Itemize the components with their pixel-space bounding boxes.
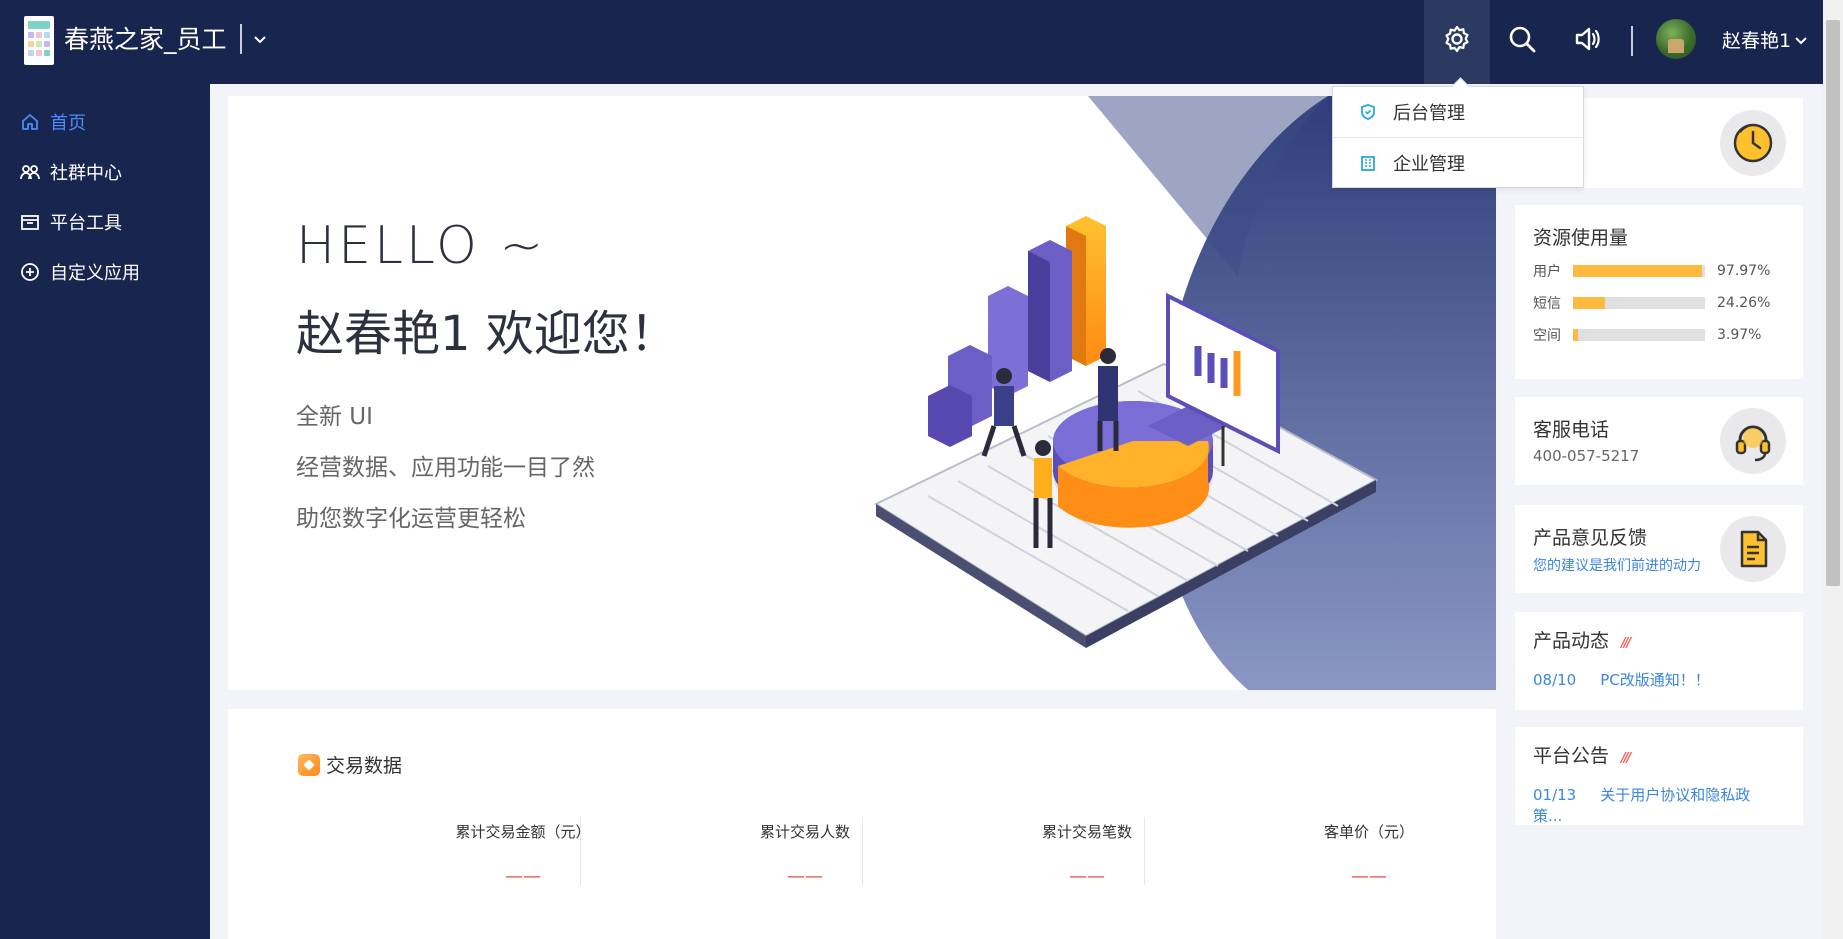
welcome-banner: HELLO ~ 赵春艳1 欢迎您！ 全新 UI 经营数据、应用功能一目了然 助您…	[228, 96, 1496, 690]
stat-label: 客单价（元）	[1323, 823, 1414, 841]
sidebar-item-label: 自定义应用	[50, 263, 140, 284]
stat-label: 累计交易金额（元）	[455, 823, 591, 841]
chevron-down-icon[interactable]	[251, 30, 269, 48]
title-divider	[240, 24, 242, 54]
resource-bar	[1573, 329, 1705, 341]
announcements-card: 平台公告 /// 01/13 关于用户协议和隐私政策...	[1515, 727, 1803, 825]
sidebar-item-custom-apps[interactable]: 自定义应用	[20, 257, 140, 287]
menu-item-label: 企业管理	[1393, 154, 1465, 175]
stat-divider	[862, 817, 863, 885]
chevron-down-icon[interactable]	[1793, 32, 1809, 48]
app-logo-icon[interactable]	[24, 16, 54, 65]
avatar[interactable]	[1656, 19, 1696, 59]
community-icon	[20, 165, 40, 180]
app-title[interactable]: 春燕之家_员工	[64, 22, 227, 58]
user-name[interactable]: 赵春艳1	[1722, 26, 1791, 56]
cube-icon	[298, 753, 320, 776]
sidebar-item-label: 社群中心	[50, 163, 122, 184]
resource-bar-fill	[1573, 297, 1606, 309]
speaker-icon[interactable]	[1570, 22, 1604, 56]
feedback-subtitle[interactable]: 您的建议是我们前进的动力	[1533, 555, 1701, 575]
sidebar-item-tools[interactable]: 平台工具	[20, 207, 122, 237]
clock-icon	[1720, 110, 1786, 176]
resource-row-space: 空间 3.97%	[1533, 325, 1777, 345]
search-icon[interactable]	[1505, 22, 1539, 56]
sidebar-item-label: 首页	[50, 113, 86, 134]
resource-percent: 24.26%	[1717, 295, 1771, 311]
menu-item-backend-admin[interactable]: 后台管理	[1333, 87, 1583, 137]
resource-row-sms: 短信 24.26%	[1533, 293, 1777, 313]
resource-row-users: 用户 97.97%	[1533, 261, 1777, 281]
resource-usage-card: 资源使用量 用户 97.97% 短信 24.26% 空间 3.97%	[1515, 205, 1803, 379]
hero-text-1: 全新 UI	[296, 404, 373, 430]
stat-value: ——	[1351, 866, 1387, 887]
toolbar-divider	[1631, 26, 1633, 56]
hero-text-2: 经营数据、应用功能一目了然	[296, 455, 595, 481]
announcements-title: 平台公告 ///	[1533, 741, 1631, 768]
hello-heading: HELLO ~	[296, 216, 547, 276]
announcement-item[interactable]: 01/13 关于用户协议和隐私政策...	[1533, 784, 1803, 826]
toolbox-icon	[21, 215, 39, 230]
plus-circle-icon	[21, 263, 39, 281]
news-date: 08/10	[1533, 671, 1577, 689]
resource-bar	[1573, 297, 1705, 309]
feedback-title: 产品意见反馈	[1533, 527, 1648, 549]
building-icon	[1361, 156, 1375, 171]
stat-value: ——	[1069, 866, 1105, 887]
trade-data-title: 交易数据	[298, 751, 402, 778]
sidebar-item-label: 平台工具	[50, 213, 122, 234]
settings-dropdown: 后台管理 企业管理	[1332, 86, 1584, 188]
stat-label: 累计交易人数	[759, 823, 850, 841]
gear-icon[interactable]	[1440, 22, 1474, 56]
hot-marks: ///	[1621, 751, 1631, 766]
resource-bar-fill	[1573, 329, 1579, 341]
hot-marks: ///	[1621, 636, 1631, 651]
resource-label: 空间	[1533, 328, 1561, 344]
shield-icon	[1361, 104, 1375, 120]
news-text: PC改版通知！！	[1600, 671, 1710, 689]
resource-label: 用户	[1533, 264, 1561, 280]
announcement-date: 01/13	[1533, 786, 1577, 804]
service-title: 客服电话	[1533, 419, 1610, 441]
top-bar: 春燕之家_员工 赵春艳1	[0, 0, 1823, 84]
stat-value: ——	[505, 866, 541, 887]
trade-data-label: 交易数据	[326, 755, 403, 777]
product-news-card: 产品动态 /// 08/10 PC改版通知！！	[1515, 612, 1803, 710]
sidebar-item-home[interactable]: 首页	[20, 107, 86, 137]
news-item[interactable]: 08/10 PC改版通知！！	[1533, 669, 1734, 690]
resource-percent: 97.97%	[1717, 263, 1771, 279]
resource-percent: 3.97%	[1717, 327, 1762, 343]
document-icon	[1720, 516, 1786, 582]
resource-title: 资源使用量	[1533, 227, 1629, 249]
sidebar-item-community[interactable]: 社群中心	[20, 157, 122, 187]
hero-text-3: 助您数字化运营更轻松	[296, 506, 526, 532]
resource-bar-fill	[1573, 265, 1703, 277]
service-phone: 400-057-5217	[1533, 447, 1640, 465]
menu-item-label: 后台管理	[1393, 103, 1465, 124]
sidebar: 首页 社群中心 平台工具 自定义应用	[0, 84, 210, 939]
stat-value: ——	[787, 866, 823, 887]
trade-data-panel: 交易数据 累计交易金额（元） —— 累计交易人数 —— 累计交易笔数 —— 客单…	[228, 709, 1496, 939]
resource-bar	[1573, 265, 1705, 277]
announcements-label: 平台公告	[1533, 745, 1610, 767]
stat-label: 累计交易笔数	[1041, 823, 1132, 841]
product-news-label: 产品动态	[1533, 630, 1610, 652]
headset-icon	[1720, 408, 1786, 474]
home-icon	[22, 114, 38, 130]
customer-service-card[interactable]: 客服电话 400-057-5217	[1515, 397, 1803, 485]
stat-divider	[580, 817, 581, 885]
product-news-title: 产品动态 ///	[1533, 626, 1631, 653]
stat-divider	[1144, 817, 1145, 885]
menu-item-enterprise-admin[interactable]: 企业管理	[1333, 138, 1583, 188]
welcome-heading: 赵春艳1 欢迎您！	[296, 306, 678, 362]
feedback-card[interactable]: 产品意见反馈 您的建议是我们前进的动力	[1515, 505, 1803, 593]
resource-label: 短信	[1533, 296, 1561, 312]
scrollbar-thumb[interactable]	[1826, 20, 1840, 586]
